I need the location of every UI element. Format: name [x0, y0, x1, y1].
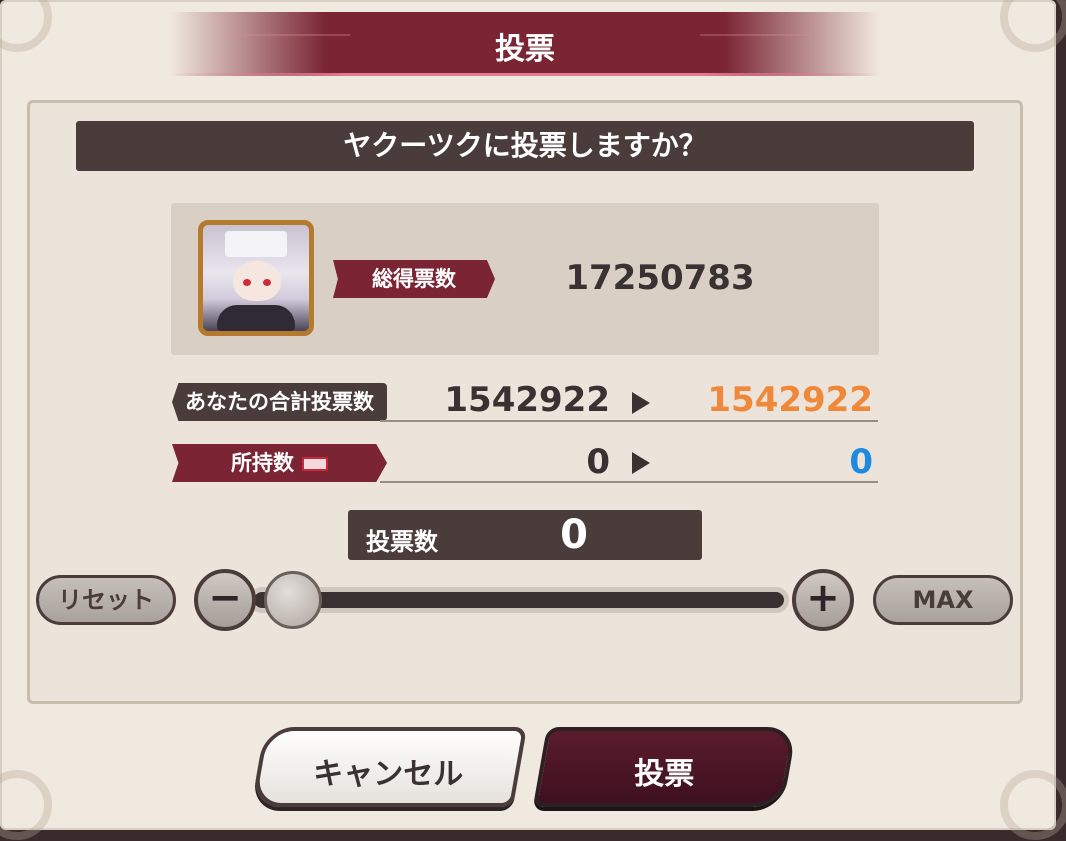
- vote-count-box: 投票数 0: [348, 510, 702, 560]
- reset-button[interactable]: リセット: [36, 575, 176, 625]
- owned-tag: 所持数: [172, 444, 387, 482]
- vote-button-label: 投票: [634, 757, 695, 792]
- max-button[interactable]: MAX: [873, 575, 1013, 625]
- divider: [380, 420, 878, 422]
- cancel-button[interactable]: キャンセル: [250, 727, 528, 807]
- owned-before: 0: [586, 442, 610, 482]
- plus-button[interactable]: +: [792, 569, 854, 631]
- your-total-label: あなたの合計投票数: [185, 390, 374, 414]
- owned-label: 所持数: [231, 451, 294, 475]
- your-total-tag: あなたの合計投票数: [172, 383, 387, 421]
- total-votes-label: 総得票数: [372, 267, 456, 291]
- vote-slider-track[interactable]: [254, 592, 784, 608]
- title-bar: 投票: [170, 12, 880, 76]
- vote-dialog: 投票 ヤクーツクに投票しますか？ 総得票数 17250783 あなたの合計投票数…: [0, 0, 1066, 840]
- dialog-title: 投票: [495, 32, 555, 67]
- your-total-after: 1542922: [707, 380, 873, 420]
- cancel-button-label: キャンセル: [313, 757, 464, 792]
- vote-count-label: 投票数: [366, 528, 438, 556]
- vote-button[interactable]: 投票: [532, 727, 798, 807]
- vote-question: ヤクーツクに投票しますか？: [76, 121, 974, 171]
- vote-ticket-icon: [302, 457, 328, 471]
- your-total-before: 1542922: [444, 380, 610, 420]
- gear-decoration-icon: [0, 770, 52, 840]
- gear-decoration-icon: [1000, 0, 1066, 52]
- arrow-right-icon: [632, 392, 650, 414]
- gear-decoration-icon: [1000, 770, 1066, 840]
- total-votes-tag: 総得票数: [333, 260, 495, 298]
- minus-button[interactable]: −: [194, 569, 256, 631]
- total-votes-value: 17250783: [565, 258, 755, 298]
- gear-decoration-icon: [0, 0, 52, 52]
- vote-count-value: 0: [560, 512, 588, 558]
- character-avatar: [198, 220, 314, 336]
- vote-slider-thumb[interactable]: [264, 571, 322, 629]
- arrow-right-icon: [632, 452, 650, 474]
- divider: [380, 481, 878, 483]
- owned-after: 0: [849, 442, 873, 482]
